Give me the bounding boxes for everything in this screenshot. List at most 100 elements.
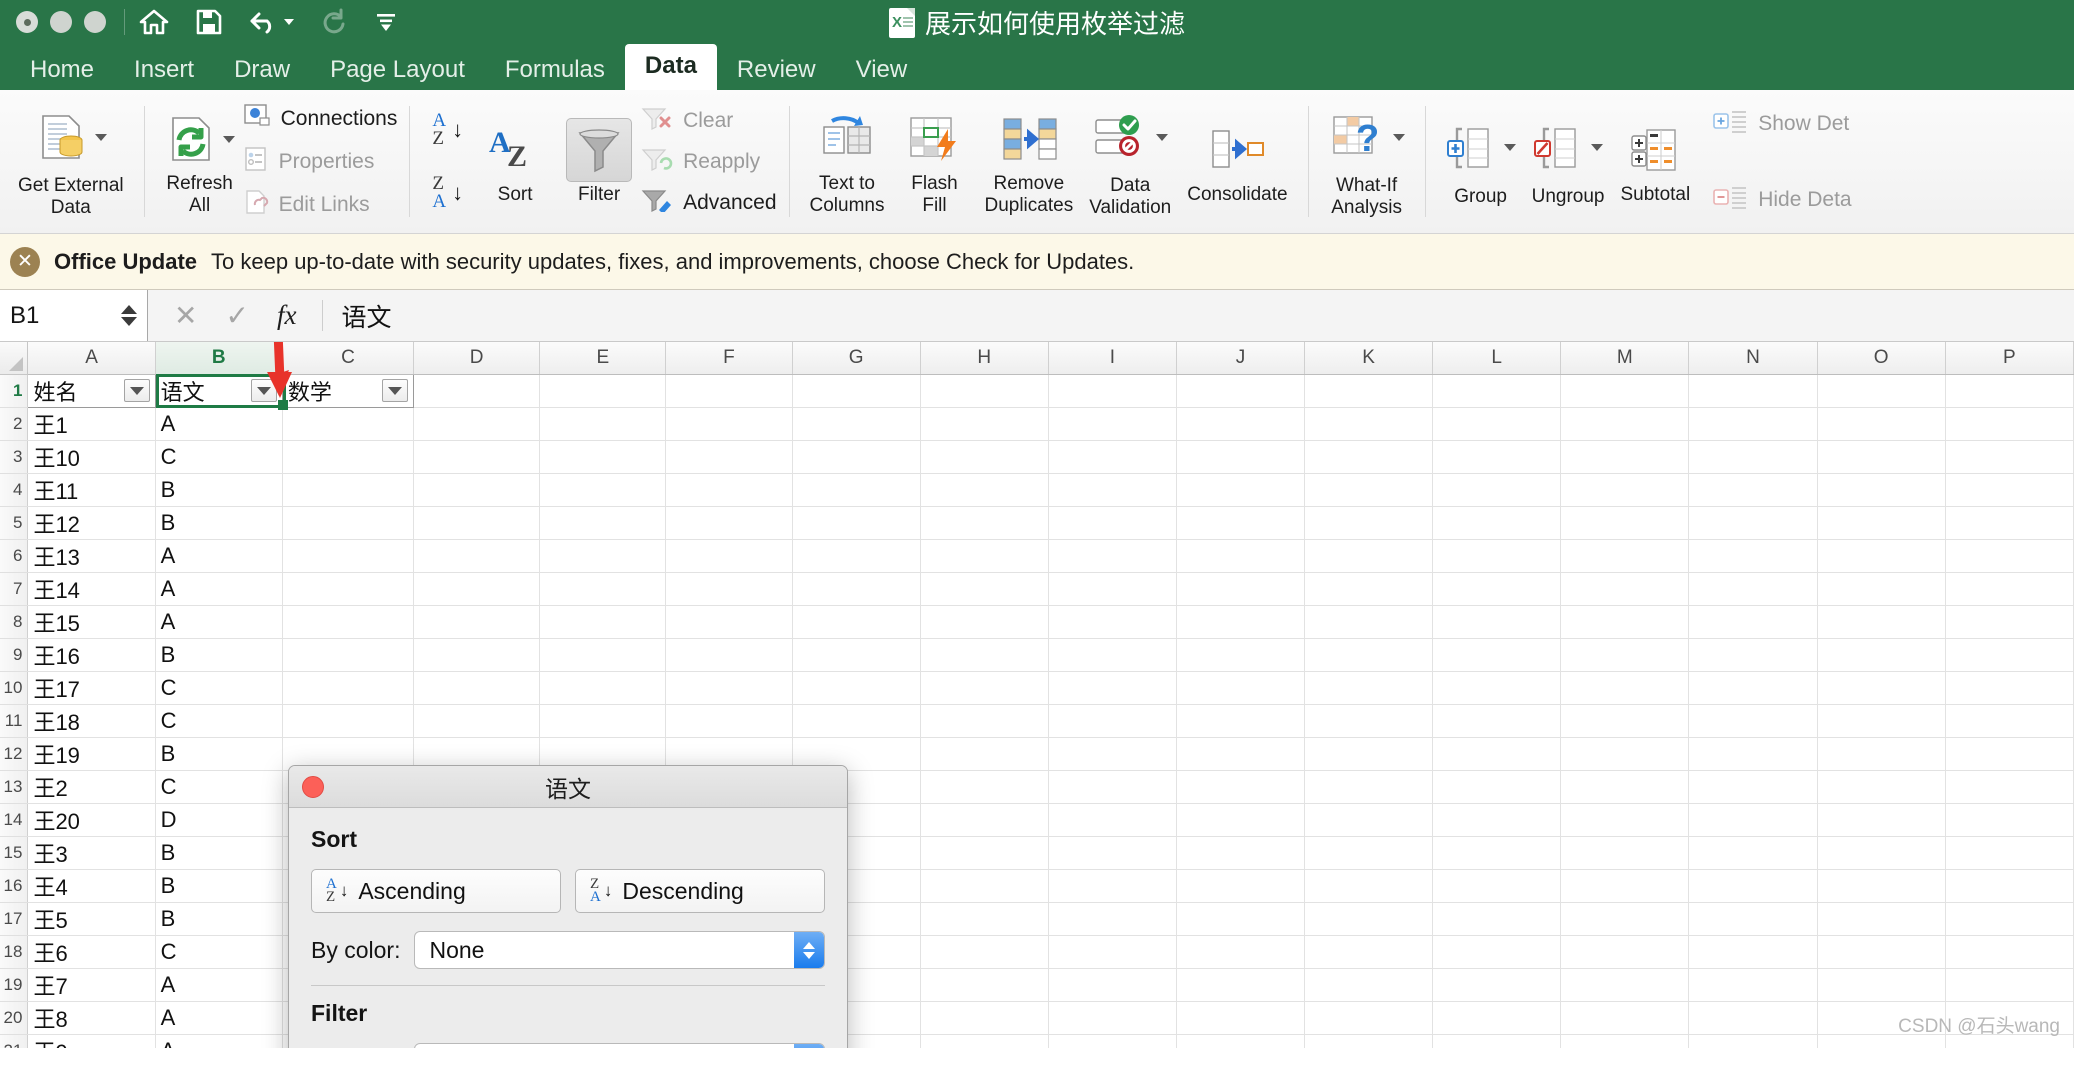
cell-b6[interactable]: A — [155, 539, 283, 573]
cell-a11[interactable]: 王18 — [27, 704, 156, 738]
get-external-data-dropdown-icon[interactable] — [94, 133, 107, 141]
cell-i16[interactable] — [1048, 869, 1177, 903]
tab-view[interactable]: View — [836, 50, 928, 90]
cell-f9[interactable] — [665, 638, 793, 672]
cell-b21[interactable]: A — [155, 1034, 283, 1048]
cell-l20[interactable] — [1432, 1001, 1562, 1035]
cell-m18[interactable] — [1560, 935, 1690, 969]
cell-h9[interactable] — [920, 638, 1049, 672]
reapply-filter-button[interactable]: Reapply — [641, 147, 776, 177]
cell-k5[interactable] — [1304, 506, 1434, 540]
row-header-4[interactable]: 4 — [0, 473, 29, 507]
clear-filter-button[interactable]: Clear — [641, 106, 776, 136]
cell-empty[interactable] — [413, 374, 541, 408]
cell-o19[interactable] — [1817, 968, 1946, 1002]
redo-icon[interactable] — [320, 8, 348, 36]
filter-by-color-select[interactable]: None — [414, 1043, 825, 1048]
column-header-f[interactable]: F — [665, 342, 793, 375]
cell-n20[interactable] — [1688, 1001, 1818, 1035]
filter-dropdown-a[interactable] — [123, 379, 150, 402]
cell-h6[interactable] — [920, 539, 1049, 573]
cell-p14[interactable] — [1945, 803, 2074, 837]
show-detail-button[interactable]: Show Det — [1712, 108, 1851, 140]
cell-i11[interactable] — [1048, 704, 1177, 738]
cell-n9[interactable] — [1688, 638, 1818, 672]
cell-d3[interactable] — [413, 440, 541, 474]
cell-j12[interactable] — [1176, 737, 1306, 771]
sort-ascending-dialog-button[interactable]: AZ ↓ Ascending — [311, 869, 561, 913]
cell-i15[interactable] — [1048, 836, 1177, 870]
cell-h10[interactable] — [920, 671, 1049, 705]
cell-k17[interactable] — [1304, 902, 1434, 936]
cell-m3[interactable] — [1560, 440, 1690, 474]
chevron-updown-icon[interactable] — [794, 1044, 824, 1048]
row-header-17[interactable]: 17 — [0, 902, 29, 936]
column-header-n[interactable]: N — [1688, 342, 1818, 375]
cell-i10[interactable] — [1048, 671, 1177, 705]
cell-c4[interactable] — [282, 473, 415, 507]
cell-k20[interactable] — [1304, 1001, 1434, 1035]
cell-m4[interactable] — [1560, 473, 1690, 507]
row-header-18[interactable]: 18 — [0, 935, 29, 969]
row-header-19[interactable]: 19 — [0, 968, 29, 1002]
tab-insert[interactable]: Insert — [114, 50, 214, 90]
column-header-j[interactable]: J — [1176, 342, 1306, 375]
flash-fill-button[interactable]: Flash Fill — [892, 99, 976, 225]
column-header-o[interactable]: O — [1817, 342, 1946, 375]
cell-j6[interactable] — [1176, 539, 1306, 573]
cell-i8[interactable] — [1048, 605, 1177, 639]
cell-a5[interactable]: 王12 — [27, 506, 156, 540]
cell-p10[interactable] — [1945, 671, 2074, 705]
row-header-5[interactable]: 5 — [0, 506, 29, 540]
insert-function-icon[interactable]: fx — [277, 300, 297, 331]
cell-m17[interactable] — [1560, 902, 1690, 936]
cell-l14[interactable] — [1432, 803, 1562, 837]
cell-i18[interactable] — [1048, 935, 1177, 969]
cell-i20[interactable] — [1048, 1001, 1177, 1035]
cell-m2[interactable] — [1560, 407, 1690, 441]
cell-m13[interactable] — [1560, 770, 1690, 804]
cell-k8[interactable] — [1304, 605, 1434, 639]
cell-empty[interactable] — [1048, 374, 1177, 408]
customize-toolbar-icon[interactable] — [374, 11, 398, 33]
cell-l10[interactable] — [1432, 671, 1562, 705]
cell-k3[interactable] — [1304, 440, 1434, 474]
cell-d8[interactable] — [413, 605, 541, 639]
cell-o3[interactable] — [1817, 440, 1946, 474]
cell-j18[interactable] — [1176, 935, 1306, 969]
cell-g10[interactable] — [792, 671, 921, 705]
cell-e8[interactable] — [539, 605, 667, 639]
sort-descending-dialog-button[interactable]: ZA ↓ Descending — [575, 869, 825, 913]
cell-j7[interactable] — [1176, 572, 1306, 606]
cell-e5[interactable] — [539, 506, 667, 540]
properties-button[interactable]: Properties — [243, 146, 398, 178]
row-header-7[interactable]: 7 — [0, 572, 29, 606]
cell-p13[interactable] — [1945, 770, 2074, 804]
cell-b14[interactable]: D — [155, 803, 283, 837]
cell-l6[interactable] — [1432, 539, 1562, 573]
cell-l11[interactable] — [1432, 704, 1562, 738]
cell-k7[interactable] — [1304, 572, 1434, 606]
close-window-button[interactable] — [16, 11, 38, 33]
cell-a18[interactable]: 王6 — [27, 935, 156, 969]
advanced-filter-button[interactable]: Advanced — [641, 188, 777, 218]
cell-b5[interactable]: B — [155, 506, 283, 540]
cell-k15[interactable] — [1304, 836, 1434, 870]
row-header-6[interactable]: 6 — [0, 539, 29, 573]
column-header-g[interactable]: G — [792, 342, 921, 375]
cell-m16[interactable] — [1560, 869, 1690, 903]
cell-j11[interactable] — [1176, 704, 1306, 738]
cell-a3[interactable]: 王10 — [27, 440, 156, 474]
cell-c2[interactable] — [282, 407, 415, 441]
cell-i7[interactable] — [1048, 572, 1177, 606]
cell-c9[interactable] — [282, 638, 415, 672]
close-icon[interactable]: ✕ — [10, 246, 40, 277]
cell-a16[interactable]: 王4 — [27, 869, 156, 903]
cell-k16[interactable] — [1304, 869, 1434, 903]
cell-k6[interactable] — [1304, 539, 1434, 573]
cell-j13[interactable] — [1176, 770, 1306, 804]
filter-button[interactable]: Filter — [557, 99, 641, 225]
cell-i14[interactable] — [1048, 803, 1177, 837]
cell-e2[interactable] — [539, 407, 667, 441]
cell-l15[interactable] — [1432, 836, 1562, 870]
